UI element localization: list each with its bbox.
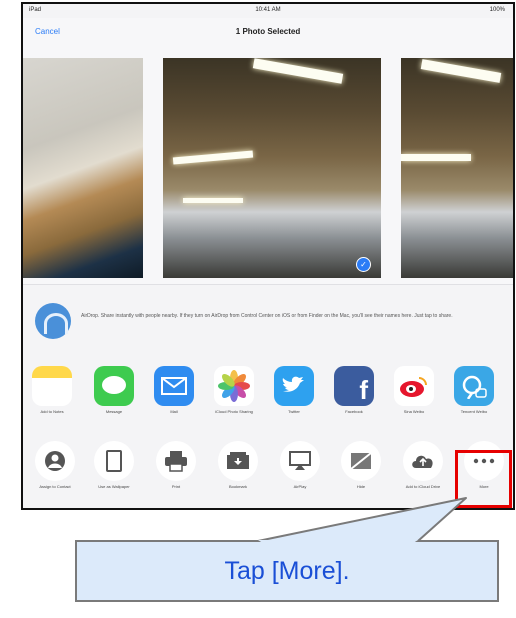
callout-pointer-cover	[258, 540, 418, 543]
